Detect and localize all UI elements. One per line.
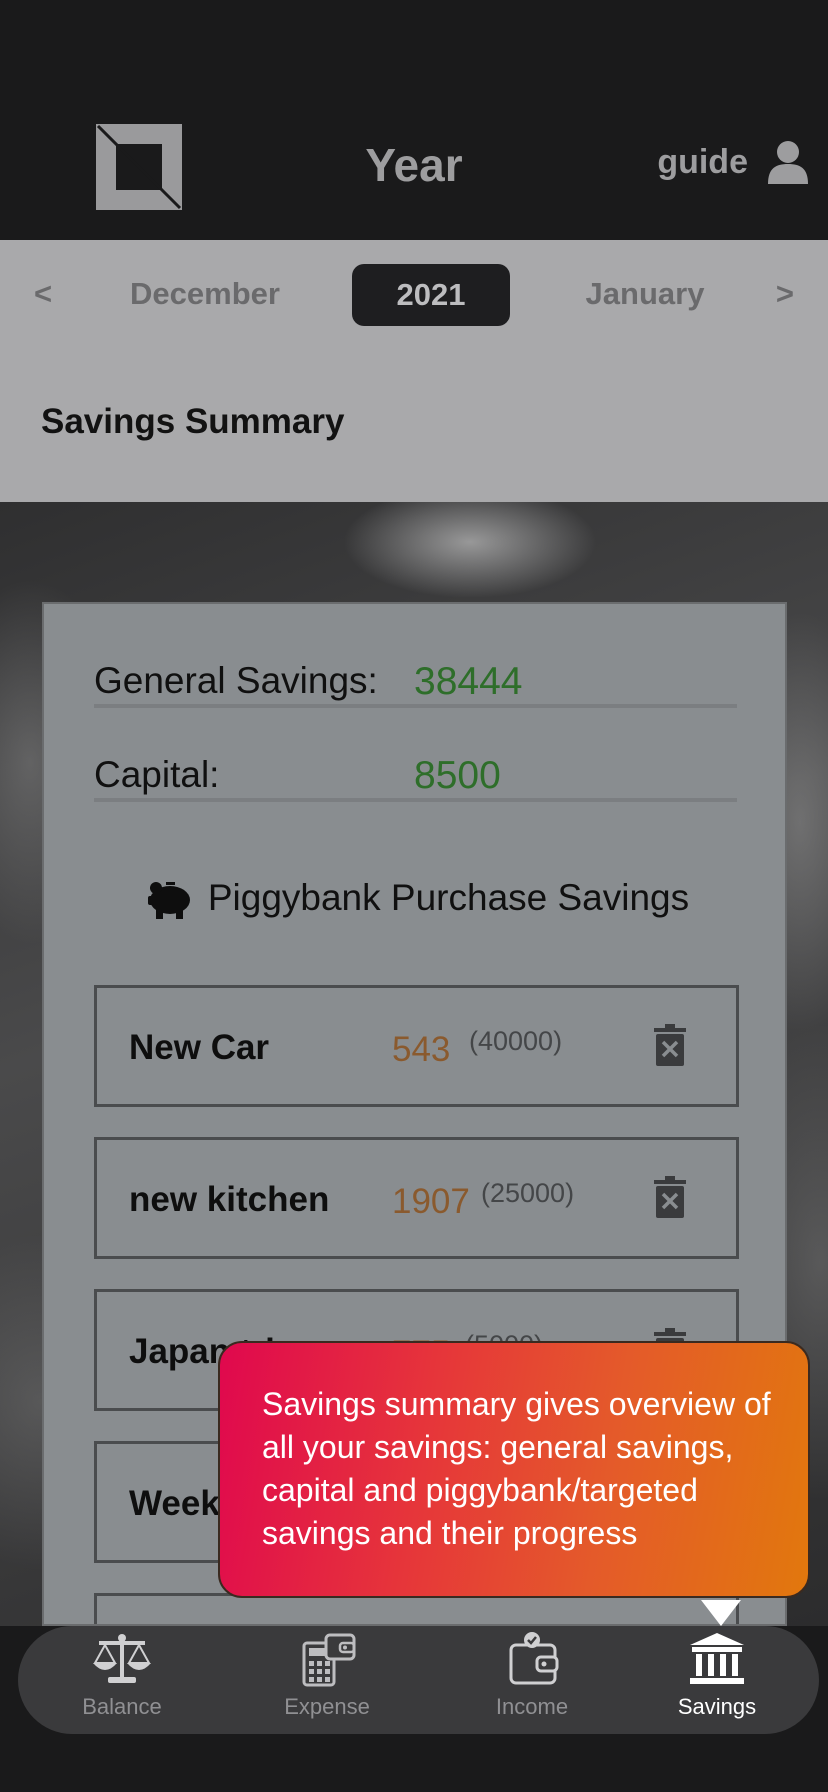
capital-value: 8500 <box>414 754 501 797</box>
wallet-check-icon <box>509 1632 559 1685</box>
scales-icon <box>93 1634 151 1683</box>
guide-tooltip: Savings summary gives overview of all yo… <box>218 1341 810 1598</box>
app-header: Year guide <box>0 0 828 240</box>
piggybank-title: Piggybank Purchase Savings <box>207 877 690 918</box>
user-icon[interactable] <box>766 140 810 184</box>
bank-icon <box>690 1633 744 1684</box>
tab-label: Savings <box>677 1694 757 1719</box>
goal-target-amount: (25000) <box>481 1178 575 1208</box>
tab-expense[interactable]: Expense <box>242 1626 412 1734</box>
general-savings-value: 38444 <box>414 660 523 703</box>
general-savings-row: General Savings: 38444 <box>94 660 737 708</box>
next-month-button[interactable]: January <box>485 276 805 312</box>
next-arrow-button[interactable]: > <box>776 276 794 312</box>
trash-icon[interactable] <box>654 1024 686 1066</box>
tab-label: Income <box>495 1694 569 1719</box>
capital-label: Capital: <box>94 754 220 795</box>
tab-income[interactable]: Income <box>447 1626 617 1734</box>
tooltip-text: Savings summary gives overview of all yo… <box>262 1386 771 1551</box>
piggybank-icon <box>147 882 190 919</box>
goal-target-amount: (40000) <box>469 1026 563 1056</box>
tab-savings[interactable]: Savings <box>632 1626 802 1734</box>
calculator-wallet-icon <box>302 1633 356 1687</box>
guide-label: guide <box>657 142 748 181</box>
goal-name: New Car <box>129 1028 270 1067</box>
capital-row: Capital: 8500 <box>94 754 737 802</box>
tooltip-pointer <box>701 1600 741 1626</box>
goal-current-amount: 543 <box>392 1030 451 1069</box>
goal-current-amount: 1907 <box>392 1182 470 1221</box>
prev-month-button[interactable]: December <box>0 276 410 312</box>
guide-button[interactable]: guide <box>657 140 810 184</box>
trash-icon[interactable] <box>654 1176 686 1218</box>
month-navigation: < December 2021 January > Savings Summar… <box>0 240 828 502</box>
tab-label: Balance <box>82 1694 162 1719</box>
section-title: Savings Summary <box>41 402 345 441</box>
bottom-tab-bar: Balance Expense Income Savings <box>18 1626 819 1734</box>
savings-goal-row[interactable]: new kitchen 1907 (25000) <box>94 1137 739 1259</box>
tab-label: Expense <box>284 1694 370 1719</box>
general-savings-label: General Savings: <box>94 660 378 701</box>
goal-name: new kitchen <box>129 1180 330 1219</box>
tab-balance[interactable]: Balance <box>37 1626 207 1734</box>
savings-goal-row[interactable]: New Car 543 (40000) <box>94 985 739 1107</box>
piggybank-header: Piggybank Purchase Savings <box>44 876 785 920</box>
